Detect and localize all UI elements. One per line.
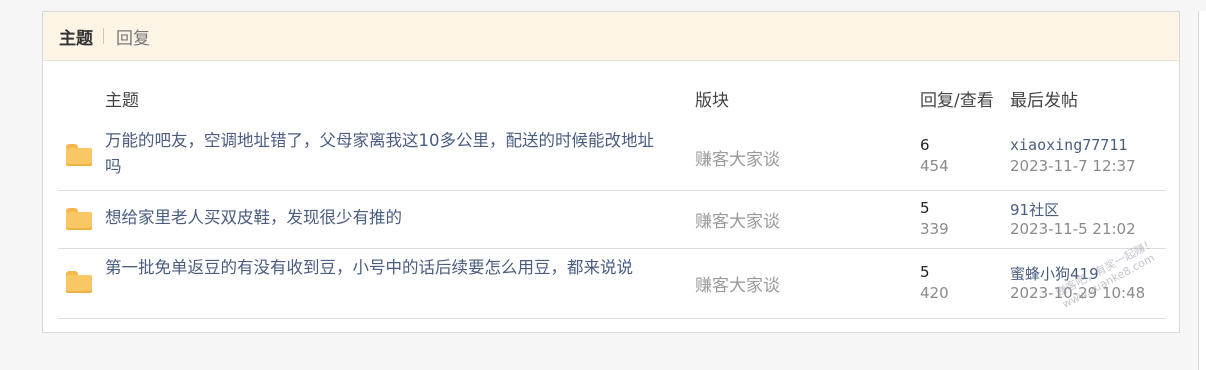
tab-divider [103, 28, 104, 44]
tab-topics[interactable]: 主题 [59, 24, 93, 49]
forum-link[interactable]: 赚客大家谈 [695, 145, 780, 170]
folder-icon [66, 144, 92, 166]
tab-bar: 主题 回复 [43, 12, 1179, 61]
reply-count: 6 [920, 136, 930, 154]
sidebar-edge [1198, 11, 1206, 370]
reply-count: 5 [920, 199, 930, 217]
last-poster-link[interactable]: xiaoxing77711 [1010, 136, 1127, 154]
last-post-time[interactable]: 2023-11-5 21:02 [1010, 220, 1136, 238]
table-row: 想给家里老人买双皮鞋，发现很少有推的 赚客大家谈 5 339 91社区 2023… [58, 190, 1166, 249]
forum-link[interactable]: 赚客大家谈 [695, 207, 780, 232]
view-count: 454 [920, 157, 949, 175]
last-post-time[interactable]: 2023-11-7 12:37 [1010, 157, 1136, 175]
column-header-title: 主题 [105, 91, 139, 111]
table-header: 主题 版块 回复/查看 最后发帖 [58, 72, 1166, 122]
forum-link[interactable]: 赚客大家谈 [695, 271, 780, 296]
last-poster-link[interactable]: 蜜蜂小狗419 [1010, 263, 1099, 284]
reply-count: 5 [920, 263, 930, 281]
folder-icon [66, 271, 92, 293]
my-threads-panel: 主题 回复 主题 版块 回复/查看 最后发帖 万能的吧友，空调地址错了，父母家离… [42, 11, 1180, 333]
last-post-time[interactable]: 2023-10-29 10:48 [1010, 284, 1145, 302]
view-count: 420 [920, 284, 949, 302]
view-count: 339 [920, 220, 949, 238]
topic-title-link[interactable]: 想给家里老人买双皮鞋，发现很少有推的 [105, 205, 670, 231]
table-row: 万能的吧友，空调地址错了，父母家离我这10多公里，配送的时候能改地址吗 赚客大家… [58, 122, 1166, 191]
last-poster-link[interactable]: 91社区 [1010, 199, 1059, 220]
topic-title-link[interactable]: 万能的吧友，空调地址错了，父母家离我这10多公里，配送的时候能改地址吗 [105, 128, 670, 180]
table-row: 第一批免单返豆的有没有收到豆，小号中的话后续要怎么用豆，都来说说 赚客大家谈 5… [58, 248, 1166, 319]
tab-replies[interactable]: 回复 [116, 24, 150, 49]
column-header-last-post: 最后发帖 [1010, 91, 1078, 111]
folder-icon [66, 208, 92, 230]
column-header-stats: 回复/查看 [920, 91, 994, 111]
column-header-forum: 版块 [695, 91, 729, 111]
topic-title-link[interactable]: 第一批免单返豆的有没有收到豆，小号中的话后续要怎么用豆，都来说说 [105, 255, 670, 281]
